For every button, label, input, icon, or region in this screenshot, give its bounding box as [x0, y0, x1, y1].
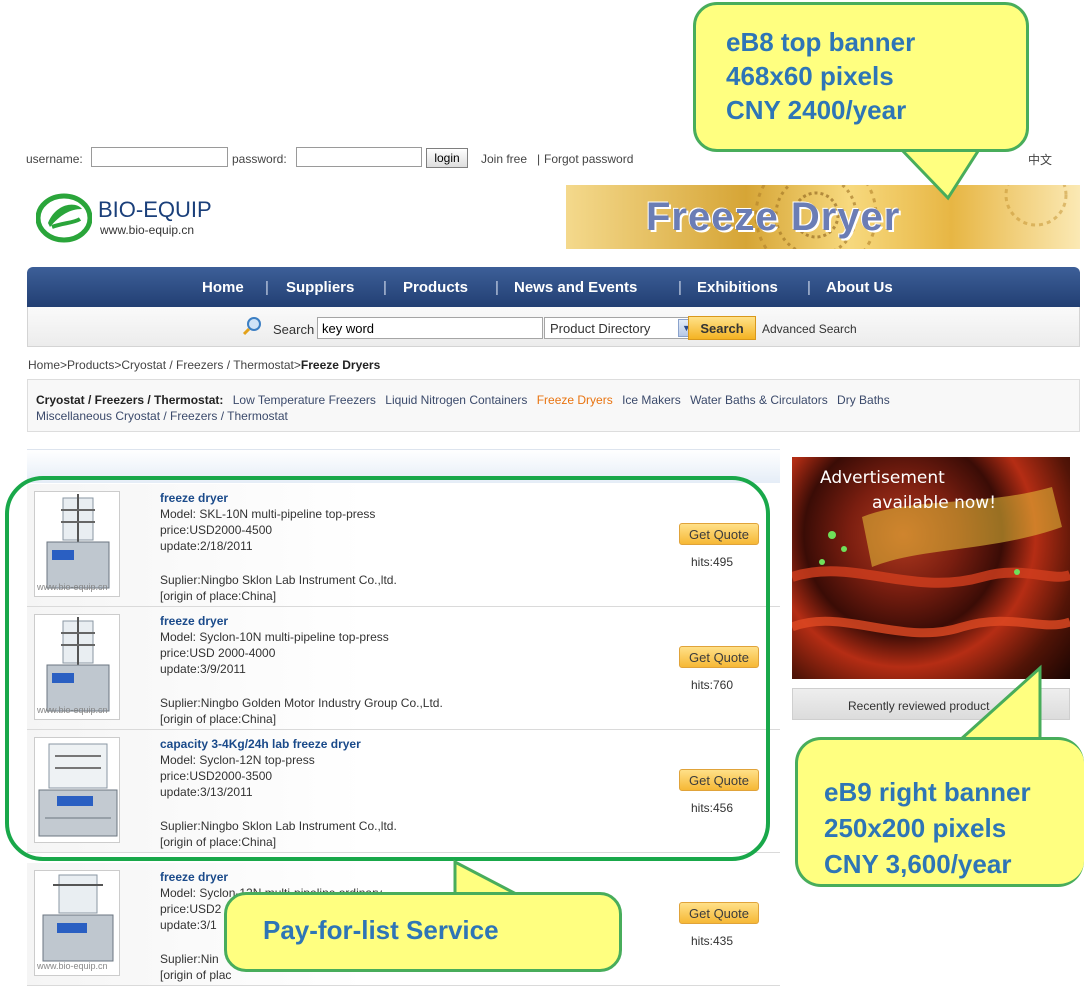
ad-subtitle: available now!: [872, 493, 997, 513]
top-banner-ad[interactable]: Freeze Dryer: [566, 185, 1080, 249]
category-link[interactable]: Dry Baths: [837, 393, 890, 407]
product-supplier-block: Suplier:Nin [origin of plac: [160, 951, 231, 983]
callout-top-line1: eB8 top banner: [726, 27, 916, 57]
link-separator: |: [537, 152, 541, 166]
category-link[interactable]: Ice Makers: [622, 393, 681, 407]
nav-separator: |: [678, 279, 682, 296]
nav-about-us[interactable]: About Us: [826, 279, 893, 296]
nav-suppliers[interactable]: Suppliers: [286, 279, 354, 296]
breadcrumb-path[interactable]: Home>Products>Cryostat / Freezers / Ther…: [28, 358, 301, 372]
category-link[interactable]: Low Temperature Freezers: [233, 393, 376, 407]
language-link[interactable]: 中文: [1028, 151, 1052, 168]
brand-url: www.bio-equip.cn: [100, 223, 195, 237]
banner-text: Freeze Dryer: [646, 195, 901, 239]
product-origin: [origin of plac: [160, 968, 232, 982]
product-hits: hits:435: [691, 934, 734, 948]
recently-reviewed-tab[interactable]: Recently reviewed product: [792, 688, 1070, 720]
callout-top-line2: 468x60 pixels: [726, 61, 894, 91]
brand-name: BIO-EQUIP: [98, 197, 212, 222]
nav-home[interactable]: Home: [202, 279, 244, 296]
site-logo[interactable]: BIO-EQUIP www.bio-equip.cn: [36, 193, 256, 243]
search-input[interactable]: [317, 317, 543, 339]
join-free-link[interactable]: Join free: [481, 152, 527, 166]
search-bar: Search Product Directory ▼ Search Advanc…: [27, 307, 1080, 347]
login-button[interactable]: login: [426, 148, 468, 168]
callout-right-banner: eB9 right banner 250x200 pixels CNY 3,60…: [795, 737, 1084, 887]
username-input[interactable]: [91, 147, 228, 167]
search-label: Search: [273, 322, 315, 337]
nav-separator: |: [265, 279, 269, 296]
password-input[interactable]: [296, 147, 422, 167]
nav-separator: |: [495, 279, 499, 296]
pay-for-list-highlight: [5, 476, 770, 861]
category-link[interactable]: Miscellaneous Cryostat / Freezers / Ther…: [36, 409, 288, 423]
category-link[interactable]: Liquid Nitrogen Containers: [385, 393, 527, 407]
callout-pay-for-list: Pay-for-list Service: [224, 892, 622, 972]
callout-list-text: Pay-for-list Service: [263, 915, 499, 945]
ad-title: Advertisement: [820, 468, 945, 488]
search-icon: [242, 317, 261, 336]
right-banner-ad[interactable]: Advertisement available now!: [792, 457, 1070, 679]
advanced-search-link[interactable]: Advanced Search: [762, 322, 857, 336]
cell-microscopy-image-icon: [792, 487, 1070, 638]
breadcrumb-current: Freeze Dryers: [300, 358, 381, 372]
callout-right-line1: eB9 right banner: [824, 777, 1031, 807]
breadcrumb: Home>Products>Cryostat / Freezers / Ther…: [28, 358, 380, 372]
main-nav: Home | Suppliers | Products | News and E…: [27, 267, 1080, 307]
nav-exhibitions[interactable]: Exhibitions: [697, 279, 778, 296]
category-link[interactable]: Water Baths & Circulators: [690, 393, 828, 407]
nav-products[interactable]: Products: [403, 279, 468, 296]
directory-selected: Product Directory: [550, 321, 651, 336]
callout-top-line3: CNY 2400/year: [726, 95, 907, 125]
product-name[interactable]: freeze dryer: [160, 869, 382, 885]
password-label: password:: [232, 152, 287, 166]
category-box: Cryostat / Freezers / Thermostat: Low Te…: [27, 379, 1080, 432]
forgot-password-link[interactable]: Forgot password: [544, 152, 633, 166]
callout-right-line2: 250x200 pixels: [824, 813, 1007, 843]
get-quote-button[interactable]: Get Quote: [679, 902, 759, 924]
category-heading: Cryostat / Freezers / Thermostat:: [36, 393, 224, 407]
recently-reviewed-label: Recently reviewed product: [848, 699, 990, 713]
callout-right-line3: CNY 3,600/year: [824, 849, 1012, 879]
callout-top-banner: eB8 top banner 468x60 pixels CNY 2400/ye…: [693, 2, 1029, 152]
search-button[interactable]: Search: [688, 316, 756, 340]
thumbnail-watermark: www.bio-equip.cn: [37, 961, 108, 971]
category-link-active[interactable]: Freeze Dryers: [537, 393, 613, 407]
product-thumbnail[interactable]: www.bio-equip.cn: [34, 870, 120, 976]
nav-separator: |: [807, 279, 811, 296]
username-label: username:: [26, 152, 83, 166]
product-directory-select[interactable]: Product Directory ▼: [544, 317, 697, 339]
nav-separator: |: [383, 279, 387, 296]
product-supplier[interactable]: Suplier:Nin: [160, 951, 231, 967]
nav-news-events[interactable]: News and Events: [514, 279, 637, 296]
leaf-logo-icon: [36, 193, 92, 243]
